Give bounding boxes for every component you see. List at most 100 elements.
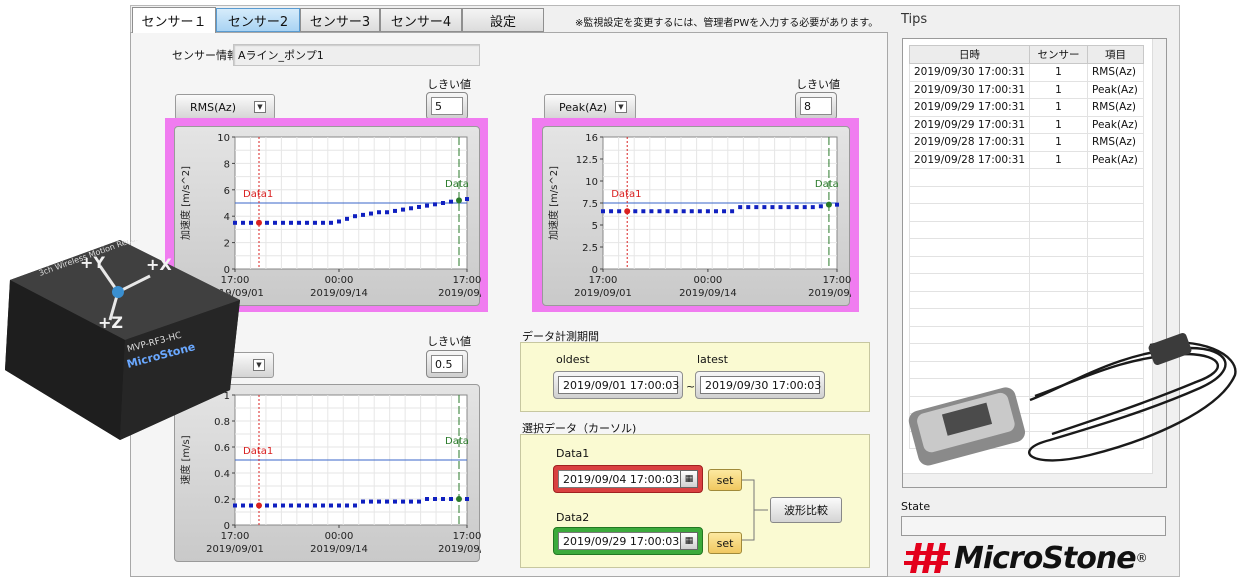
data-point	[273, 503, 277, 508]
empty-row	[908, 238, 1145, 257]
data-point	[641, 209, 646, 214]
axis-label-x: +X	[146, 255, 172, 274]
data-point	[409, 499, 413, 504]
y-tick-label: 8	[224, 159, 230, 170]
state-field	[901, 516, 1166, 536]
empty-row	[908, 308, 1145, 327]
metric-selector-1-label: RMS(Az)	[190, 100, 236, 114]
calendar-icon[interactable]: ▦	[680, 470, 698, 488]
table-row[interactable]: 2019/09/29 17:00:31 1 Peak(Az)	[908, 115, 1145, 134]
x-tick-date: 2019/09/30	[808, 288, 851, 299]
data-point	[369, 499, 373, 504]
data-point	[337, 503, 341, 508]
cell-sensor: 1	[1029, 98, 1089, 117]
table-row[interactable]: 2019/09/29 17:00:31 1 RMS(Az)	[908, 98, 1145, 117]
cursor-label-data2: Data	[445, 436, 469, 447]
data-point	[681, 209, 686, 214]
threshold-label-3: しきい値	[427, 335, 471, 348]
x-tick-date: 2019/09/30	[438, 544, 481, 555]
data-point	[345, 216, 349, 221]
threshold-input-1-frame: 5	[426, 92, 468, 120]
cell-item: RMS(Az)	[1087, 133, 1145, 152]
data-point	[786, 205, 791, 210]
data-point	[393, 208, 397, 213]
threshold-input-1[interactable]: 5	[431, 97, 463, 115]
sensor-info-field[interactable]: Aライン_ポンプ1	[233, 44, 480, 66]
cell-item: Peak(Az)	[1087, 115, 1145, 134]
metric-selector-2[interactable]: Peak(Az) ▼	[544, 94, 636, 120]
cell-datetime: 2019/09/28 17:00:31	[908, 150, 1031, 169]
data-point	[369, 211, 373, 216]
table-row[interactable]: 2019/09/28 17:00:31 1 Peak(Az)	[908, 150, 1145, 169]
data-point	[449, 497, 453, 501]
metric-selector-1[interactable]: RMS(Az) ▼	[175, 94, 275, 120]
threshold-input-3[interactable]: 0.5	[431, 355, 463, 373]
data-point	[665, 209, 670, 214]
y-tick-label: 6	[224, 186, 230, 197]
tab-sensor-2[interactable]: センサー2	[216, 8, 300, 32]
data-point	[377, 499, 381, 504]
tab-settings[interactable]: 設定	[462, 8, 544, 32]
data-point	[233, 503, 237, 508]
chevron-down-icon: ▼	[253, 359, 265, 371]
data-point	[305, 503, 309, 508]
data2-date-field[interactable]: 2019/09/29 17:00:03	[558, 532, 698, 550]
y-axis-label: 加速度 [m/s^2]	[547, 166, 560, 240]
latest-date-field[interactable]: 2019/09/30 17:00:03	[700, 376, 821, 394]
bracket-connector	[742, 479, 768, 541]
data-point	[649, 209, 654, 214]
table-row[interactable]: 2019/09/30 17:00:31 1 RMS(Az)	[908, 63, 1145, 82]
empty-row	[908, 255, 1145, 274]
cell-datetime: 2019/09/29 17:00:31	[908, 115, 1031, 134]
data-point	[633, 209, 638, 214]
tab-sensor-3[interactable]: センサー3	[300, 8, 380, 32]
data-point	[722, 209, 727, 214]
x-tick-time: 17:00	[589, 275, 618, 286]
y-tick-label: 0.4	[214, 469, 230, 480]
column-header-datetime[interactable]: 日時	[908, 45, 1031, 64]
data-point	[738, 205, 743, 210]
data-point	[417, 204, 421, 209]
data1-date-field[interactable]: 2019/09/04 17:00:03	[558, 470, 698, 488]
latest-label: latest	[697, 353, 728, 366]
axis-label-z: +Z	[98, 313, 123, 332]
data-point	[281, 503, 285, 508]
latest-date-frame: 2019/09/30 17:00:03	[695, 371, 825, 399]
data-point	[305, 220, 309, 225]
x-tick-date: 2019/09/01	[206, 544, 264, 555]
data-point	[425, 497, 429, 501]
x-tick-date: 2019/09/01	[574, 288, 632, 299]
column-header-item[interactable]: 項目	[1087, 45, 1145, 64]
compare-waveform-button[interactable]: 波形比較	[770, 497, 842, 523]
oldest-date-field[interactable]: 2019/09/01 17:00:03	[558, 376, 679, 394]
x-tick-time: 17:00	[823, 275, 851, 286]
calendar-icon[interactable]: ▦	[680, 532, 698, 550]
data-point	[601, 209, 605, 214]
x-tick-time: 17:00	[453, 531, 481, 542]
cursor-label-data2: Data	[815, 179, 839, 190]
column-header-sensor[interactable]: センサー	[1029, 45, 1089, 64]
set-data1-button[interactable]: set	[708, 469, 742, 491]
cursor-marker	[256, 219, 262, 226]
axis-label-y: +Y	[80, 253, 105, 272]
table-row[interactable]: 2019/09/28 17:00:31 1 RMS(Az)	[908, 133, 1145, 152]
data-point	[465, 497, 469, 501]
tab-sensor-4[interactable]: センサー4	[380, 8, 462, 32]
cursor-label-data1: Data1	[611, 189, 641, 200]
microstone-mark-icon	[904, 543, 950, 573]
tab-sensor-1[interactable]: センサー１	[132, 7, 216, 33]
cell-sensor: 1	[1029, 115, 1089, 134]
set-data2-button[interactable]: set	[708, 532, 742, 554]
table-row[interactable]: 2019/09/30 17:00:31 1 Peak(Az)	[908, 80, 1145, 99]
data-point	[754, 205, 759, 210]
data-point	[393, 499, 397, 504]
data-point	[609, 209, 614, 214]
y-tick-label: 5	[592, 221, 598, 232]
data-point	[385, 210, 389, 215]
data-point	[441, 201, 445, 205]
data-point	[409, 206, 413, 211]
threshold-input-2[interactable]: 8	[800, 97, 832, 115]
cell-datetime: 2019/09/30 17:00:31	[908, 80, 1031, 99]
threshold-input-3-frame: 0.5	[426, 350, 468, 378]
empty-row	[908, 185, 1145, 204]
